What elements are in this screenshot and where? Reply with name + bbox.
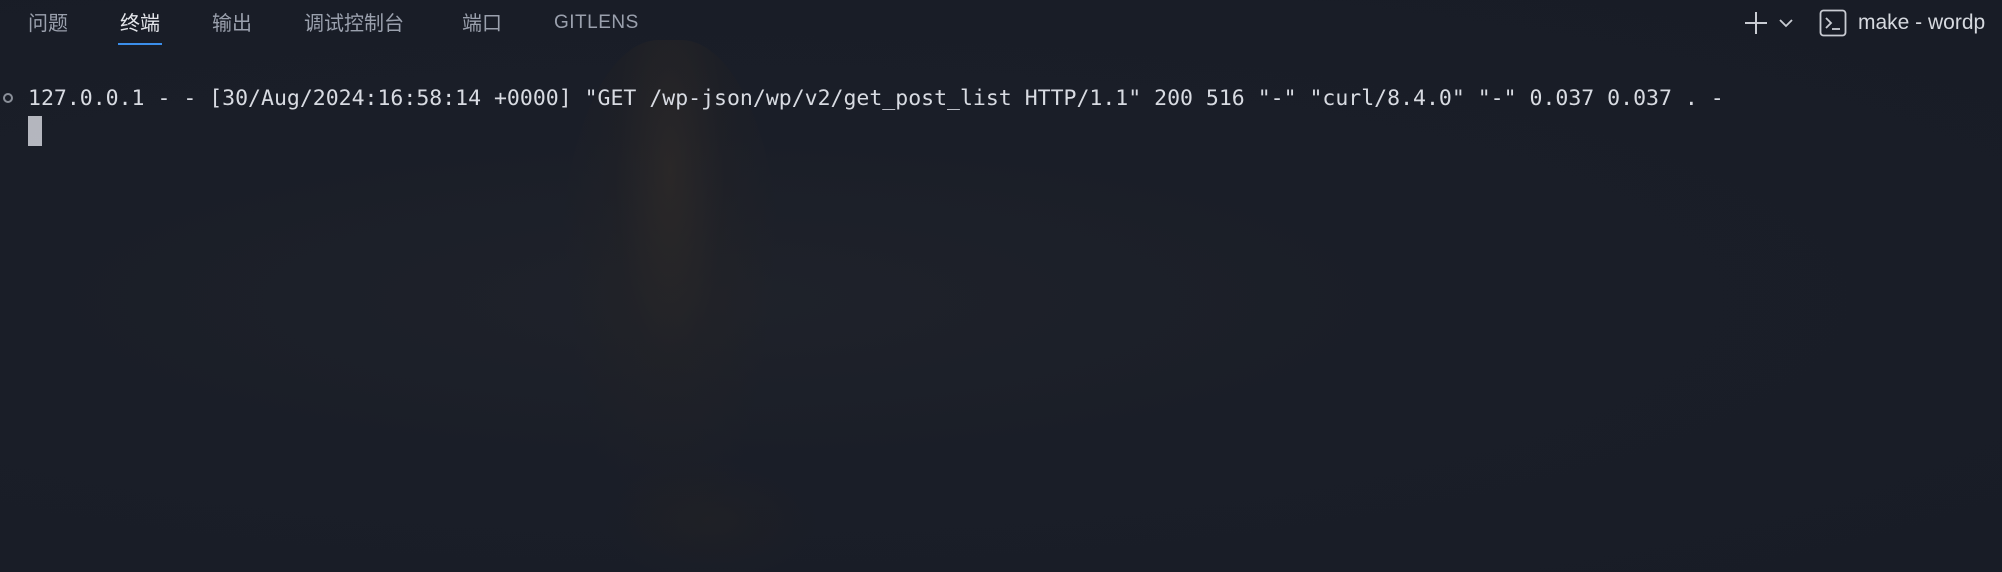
terminal-output[interactable]: 127.0.0.1 - - [30/Aug/2024:16:58:14 +000… <box>0 84 2002 114</box>
terminal-instance-name[interactable]: make - wordp <box>1858 11 1985 35</box>
tab-terminal[interactable]: 终端 <box>118 10 162 45</box>
terminal-line-text: 127.0.0.1 - - [30/Aug/2024:16:58:14 +000… <box>28 86 1724 111</box>
command-decoration-icon[interactable] <box>3 93 13 103</box>
terminal-toolbar: make - wordp <box>1740 6 1985 40</box>
terminal-cursor <box>28 116 42 146</box>
tab-debug-console[interactable]: 调试控制台 <box>304 10 404 40</box>
background-image-tail <box>600 460 820 572</box>
terminal-prompt-icon[interactable] <box>1818 7 1848 39</box>
terminal-panel: 问题 终端 输出 调试控制台 端口 GITLENS make - wordp 1… <box>0 0 2002 572</box>
tab-ports[interactable]: 端口 <box>462 10 502 40</box>
plus-icon[interactable] <box>1740 7 1772 39</box>
terminal-line: 127.0.0.1 - - [30/Aug/2024:16:58:14 +000… <box>0 84 2002 114</box>
background-image <box>560 40 780 560</box>
tab-output[interactable]: 输出 <box>212 10 252 40</box>
panel-tab-bar: 问题 终端 输出 调试控制台 端口 GITLENS make - wordp <box>0 0 2002 46</box>
tab-gitlens[interactable]: GITLENS <box>554 10 639 40</box>
chevron-down-icon[interactable] <box>1774 7 1798 39</box>
tab-problems[interactable]: 问题 <box>28 10 68 40</box>
